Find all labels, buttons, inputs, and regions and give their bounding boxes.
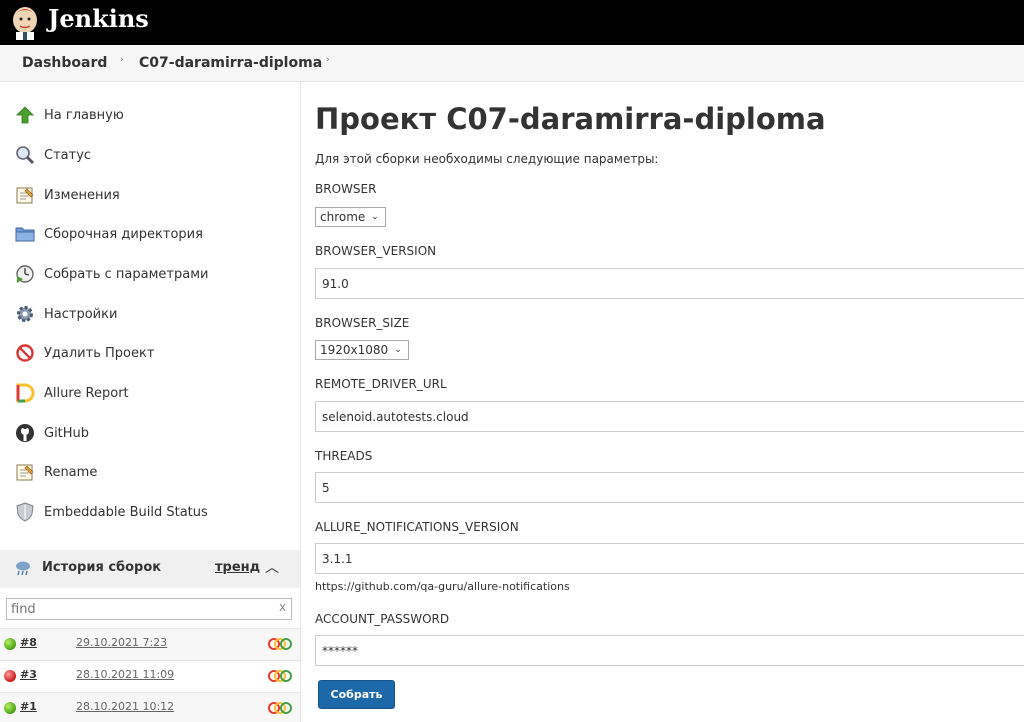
trend-link[interactable]: тренд xyxy=(215,560,260,575)
account-password-input[interactable] xyxy=(315,635,1024,666)
sidebar-item-embeddable-build-status[interactable]: Embeddable Build Status xyxy=(14,498,294,526)
build-number-link[interactable]: #1 xyxy=(20,700,37,713)
breadcrumb-separator-icon[interactable]: › xyxy=(326,55,330,65)
build-date-link[interactable]: 29.10.2021 7:23 xyxy=(76,636,167,649)
param-label-account-password: ACCOUNT_PASSWORD xyxy=(315,612,450,626)
build-row: #3 28.10.2021 11:09 xyxy=(0,660,300,692)
browser-select[interactable]: chrome ⌄ xyxy=(315,207,386,227)
folder-icon xyxy=(14,223,36,245)
sidebar-item-settings[interactable]: Настройки xyxy=(14,300,294,328)
sidebar-item-label: На главную xyxy=(44,107,124,123)
chevron-down-icon: ⌄ xyxy=(371,212,379,222)
build-date-link[interactable]: 28.10.2021 11:09 xyxy=(76,668,174,681)
build-button[interactable]: Собрать xyxy=(318,680,395,709)
build-row: #8 29.10.2021 7:23 xyxy=(0,628,300,660)
up-arrow-icon xyxy=(14,104,36,126)
build-filter-input[interactable] xyxy=(6,598,292,620)
breadcrumb-separator-icon[interactable]: › xyxy=(120,55,124,65)
parameters-description: Для этой сборки необходимы следующие пар… xyxy=(315,152,659,166)
sidebar-item-label: GitHub xyxy=(44,425,90,441)
sidebar-item-changes[interactable]: Изменения xyxy=(14,181,294,209)
allure-icon xyxy=(14,382,36,404)
clear-filter-icon[interactable]: x xyxy=(279,600,286,614)
param-label-allure-notifications-version: ALLURE_NOTIFICATIONS_VERSION xyxy=(315,520,519,534)
sidebar-item-label: Allure Report xyxy=(44,385,129,401)
weather-cloud-icon xyxy=(16,561,30,576)
breadcrumb: Dashboard › C07-daramirra-diploma › xyxy=(0,45,1024,82)
param-label-browser-size: BROWSER_SIZE xyxy=(315,316,410,330)
browser-size-select-value: 1920x1080 xyxy=(320,343,389,357)
allure-icon[interactable] xyxy=(266,701,294,715)
build-number-link[interactable]: #8 xyxy=(20,636,37,649)
sidebar-item-label: Настройки xyxy=(44,306,118,322)
chevron-down-icon: ⌄ xyxy=(394,345,402,355)
sidebar-item-allure-report[interactable]: Allure Report xyxy=(14,379,294,407)
param-label-remote-driver-url: REMOTE_DRIVER_URL xyxy=(315,377,447,391)
success-ball-icon xyxy=(4,702,16,714)
sidebar-item-rename[interactable]: Rename xyxy=(14,458,294,486)
sidebar-item-delete-project[interactable]: Удалить Проект xyxy=(14,339,294,367)
browser-version-input[interactable] xyxy=(315,268,1024,299)
notepad-icon xyxy=(14,461,36,483)
build-history-title: История сборок xyxy=(42,560,162,575)
allure-icon[interactable] xyxy=(266,637,294,651)
allure-icon[interactable] xyxy=(266,669,294,683)
param-label-browser: BROWSER xyxy=(315,182,377,196)
sidebar-item-label: Удалить Проект xyxy=(44,345,155,361)
sidebar-item-label: Rename xyxy=(44,464,98,480)
build-number-link[interactable]: #3 xyxy=(20,668,37,681)
breadcrumb-project[interactable]: C07-daramirra-diploma xyxy=(139,55,322,71)
sidebar-item-status[interactable]: Статус xyxy=(14,141,294,169)
browser-size-select[interactable]: 1920x1080 ⌄ xyxy=(315,340,409,360)
build-row: #1 28.10.2021 10:12 xyxy=(0,692,300,722)
build-history-header: История сборок тренд ︿ xyxy=(0,550,300,588)
browser-select-value: chrome xyxy=(320,210,366,224)
sidebar: На главную Статус Изменения Сборочная ди… xyxy=(0,82,301,722)
jenkins-logo-text[interactable]: Jenkins xyxy=(48,4,149,33)
sidebar-item-label: Embeddable Build Status xyxy=(44,504,208,520)
success-ball-icon xyxy=(4,638,16,650)
sidebar-item-label: Изменения xyxy=(44,187,120,203)
param-label-browser-version: BROWSER_VERSION xyxy=(315,244,437,258)
top-header: Jenkins xyxy=(0,0,1024,45)
main-content: Проект C07-daramirra-diploma Для этой сб… xyxy=(315,82,1024,722)
search-icon xyxy=(14,144,36,166)
gear-icon xyxy=(14,303,36,325)
threads-input[interactable] xyxy=(315,472,1024,503)
build-date-link[interactable]: 28.10.2021 10:12 xyxy=(76,700,174,713)
page-title: Проект C07-daramirra-diploma xyxy=(315,102,826,136)
param-label-threads: THREADS xyxy=(315,449,373,463)
sidebar-item-home[interactable]: На главную xyxy=(14,101,294,129)
sidebar-item-github[interactable]: GitHub xyxy=(14,419,294,447)
sidebar-item-workspace[interactable]: Сборочная директория xyxy=(14,220,294,248)
parameter-hint: https://github.com/qa-guru/allure-notifi… xyxy=(315,580,570,593)
allure-notifications-version-input[interactable] xyxy=(315,543,1024,574)
jenkins-butler-icon[interactable] xyxy=(10,4,40,40)
notepad-icon xyxy=(14,184,36,206)
github-icon xyxy=(14,422,36,444)
collapse-chevron-icon[interactable]: ︿ xyxy=(265,557,279,577)
sidebar-item-label: Сборочная директория xyxy=(44,226,203,242)
sidebar-item-label: Статус xyxy=(44,147,92,163)
remote-driver-url-input[interactable] xyxy=(315,401,1024,432)
sidebar-item-label: Собрать с параметрами xyxy=(44,266,209,282)
breadcrumb-dashboard[interactable]: Dashboard xyxy=(22,55,107,71)
shield-icon xyxy=(14,501,36,523)
no-entry-icon xyxy=(14,342,36,364)
clock-play-icon xyxy=(14,263,36,285)
sidebar-item-build-with-parameters[interactable]: Собрать с параметрами xyxy=(14,260,294,288)
failed-ball-icon xyxy=(4,670,16,682)
